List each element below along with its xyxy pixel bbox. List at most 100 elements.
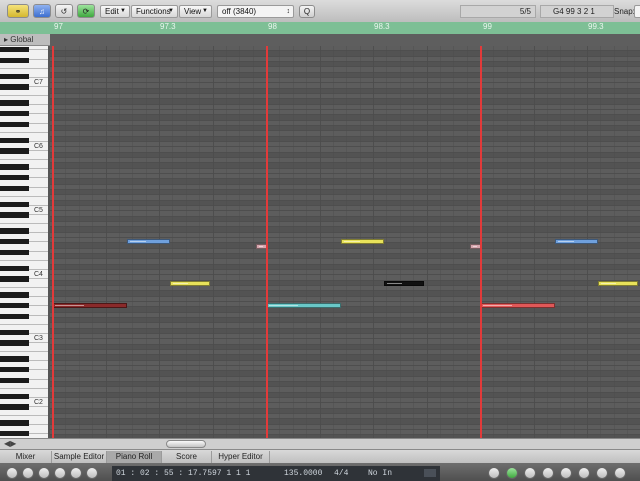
midi-note[interactable] [480, 302, 555, 308]
beat-gridline [279, 46, 281, 438]
midi-note[interactable] [52, 302, 127, 308]
tab-hyper-editor[interactable]: Hyper Editor [212, 451, 270, 463]
beat-gridline [65, 46, 67, 438]
piano-black-key[interactable] [0, 47, 29, 53]
global-tracks-toggle[interactable]: ▸ Global [0, 34, 50, 46]
piano-black-key[interactable] [0, 175, 29, 181]
piano-black-key[interactable] [0, 329, 29, 336]
sync-button[interactable] [560, 467, 572, 479]
midi-note[interactable] [266, 302, 341, 308]
beat-gridline [600, 46, 602, 438]
metronome-button[interactable] [578, 467, 590, 479]
piano-black-key[interactable] [0, 201, 29, 208]
piano-black-key[interactable] [0, 431, 29, 437]
piano-black-key[interactable] [0, 276, 29, 282]
tab-sample-editor[interactable]: Sample Editor [52, 451, 107, 463]
capture-button[interactable] [596, 467, 608, 479]
cycle-transport-button[interactable] [506, 467, 518, 479]
note-highlight [600, 283, 616, 285]
catch-button[interactable]: ↺ [55, 4, 73, 18]
piano-black-key[interactable] [0, 57, 29, 64]
edit-menu[interactable]: Edit ▼ [100, 5, 130, 18]
piano-black-key[interactable] [0, 292, 29, 298]
rewind-button[interactable] [6, 467, 18, 479]
piano-black-key[interactable] [0, 228, 29, 234]
piano-keyboard[interactable]: C7 C6 C5 C4 C3 C2 [0, 46, 50, 438]
beat-gridline [78, 46, 80, 438]
octave-label: C7 [34, 79, 43, 86]
piano-black-key[interactable] [0, 377, 29, 384]
piano-black-key[interactable] [0, 121, 29, 128]
midi-note[interactable] [554, 238, 598, 244]
snap-select[interactable] [634, 5, 640, 18]
piano-black-key[interactable] [0, 239, 29, 245]
piano-black-key[interactable] [0, 303, 29, 309]
replace-button[interactable] [524, 467, 536, 479]
beat-gridline [199, 46, 201, 438]
piano-black-key[interactable] [0, 185, 29, 192]
cpu-meter-icon [424, 469, 436, 477]
view-menu[interactable]: View ▼ [179, 5, 212, 18]
piano-black-key[interactable] [0, 393, 29, 400]
piano-roll-grid[interactable] [50, 46, 640, 438]
forward-button[interactable] [22, 467, 34, 479]
chevron-down-icon: ▼ [202, 8, 208, 14]
piano-black-key[interactable] [0, 164, 29, 170]
pause-button[interactable] [70, 467, 82, 479]
piano-black-key[interactable] [0, 249, 29, 256]
midi-note[interactable] [383, 281, 424, 287]
link-button[interactable]: ⚭ [7, 4, 29, 18]
note-highlight [129, 240, 147, 242]
beat-gridline [399, 46, 401, 438]
piano-black-key[interactable] [0, 313, 29, 320]
bar-marker-line [266, 46, 268, 440]
tab-mixer[interactable]: Mixer [0, 451, 52, 463]
quantize-button[interactable]: Q [299, 5, 315, 18]
play-button[interactable] [54, 467, 66, 479]
piano-black-key[interactable] [0, 84, 29, 90]
solo-button[interactable] [542, 467, 554, 479]
midi-note[interactable] [169, 281, 210, 287]
piano-black-key[interactable] [0, 356, 29, 362]
quantize-select[interactable]: off (3840) ↕ [217, 5, 294, 18]
piano-black-key[interactable] [0, 340, 29, 346]
piano-black-key[interactable] [0, 100, 29, 106]
midi-note[interactable] [597, 281, 638, 287]
piano-black-key[interactable] [0, 367, 29, 373]
piano-black-key[interactable] [0, 420, 29, 426]
piano-black-key[interactable] [0, 265, 29, 272]
tab-piano-roll[interactable]: Piano Roll [107, 451, 162, 463]
piano-black-key[interactable] [0, 404, 29, 410]
beat-gridline [212, 46, 214, 438]
link-icon: ⚭ [14, 6, 22, 16]
ruler-mark: 97 [54, 22, 63, 31]
cycle-button[interactable]: ⟳ [77, 4, 95, 18]
scroll-thumb[interactable] [166, 440, 206, 448]
transport-bar: 01 : 02 : 55 : 17.75 97 1 1 1 135.0000 4… [0, 463, 640, 481]
toolbar: ⚭ ♫ ↺ ⟳ Edit ▼ Functions ▼ View ▼ off (3840… [0, 0, 640, 23]
piano-black-key[interactable] [0, 73, 29, 80]
octave-label: C3 [34, 335, 43, 342]
piano-black-key[interactable] [0, 148, 29, 154]
q-icon: Q [303, 7, 311, 16]
beat-gridline [546, 46, 548, 438]
midi-out-button[interactable]: ♫ [33, 4, 51, 18]
note-highlight [483, 304, 513, 306]
functions-menu[interactable]: Functions ▼ [131, 5, 178, 18]
snap-label: Snap: [614, 7, 635, 16]
zoom-icon[interactable]: ◀▶ [4, 439, 16, 448]
stop-button[interactable] [38, 467, 50, 479]
beat-gridline [627, 46, 629, 438]
beat-gridline [319, 46, 321, 438]
midi-note[interactable] [126, 238, 170, 244]
midi-note[interactable] [340, 238, 384, 244]
piano-black-key[interactable] [0, 212, 29, 218]
piano-black-key[interactable] [0, 137, 29, 144]
transport-button[interactable] [488, 467, 500, 479]
tab-score[interactable]: Score [162, 451, 212, 463]
piano-black-key[interactable] [0, 111, 29, 117]
time-signature[interactable]: 4/4 [334, 469, 348, 478]
tempo-display[interactable]: 135.0000 [284, 469, 322, 478]
punch-button[interactable] [614, 467, 626, 479]
record-button[interactable] [86, 467, 98, 479]
